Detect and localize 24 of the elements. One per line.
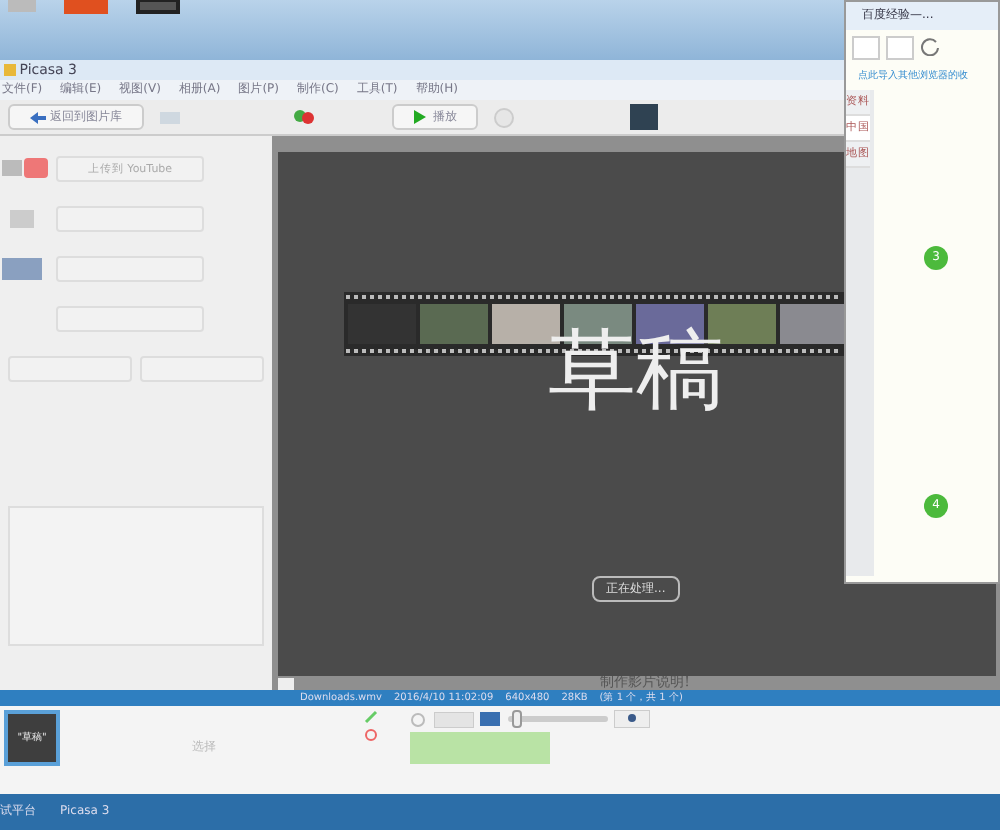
draft-text: 草稿 bbox=[548, 328, 724, 416]
drive-icon[interactable] bbox=[8, 0, 36, 12]
app-icon bbox=[4, 64, 16, 76]
image-icon[interactable] bbox=[159, 111, 180, 123]
play-icon bbox=[413, 110, 426, 124]
window-icon[interactable] bbox=[136, 0, 180, 14]
rotate-icon[interactable] bbox=[410, 711, 426, 727]
previous-icon[interactable] bbox=[494, 107, 515, 127]
pin-icon[interactable] bbox=[364, 727, 378, 742]
thumbnail-icon[interactable] bbox=[630, 104, 659, 130]
slider-thumb[interactable] bbox=[511, 710, 522, 728]
refresh-icon[interactable] bbox=[920, 36, 940, 56]
people-icon[interactable] bbox=[291, 108, 316, 126]
scene-icon[interactable] bbox=[480, 712, 500, 726]
app-icon[interactable] bbox=[64, 0, 108, 14]
youtube-logo bbox=[1, 158, 49, 180]
zoom-slider[interactable] bbox=[507, 716, 607, 722]
back-button[interactable] bbox=[852, 36, 880, 60]
arrow-icon bbox=[30, 111, 46, 123]
action-button[interactable] bbox=[410, 731, 550, 764]
person-icon[interactable] bbox=[614, 710, 650, 728]
view-icon[interactable] bbox=[433, 711, 473, 727]
pencil-icon[interactable] bbox=[364, 710, 378, 724]
caption-icon bbox=[278, 677, 294, 689]
